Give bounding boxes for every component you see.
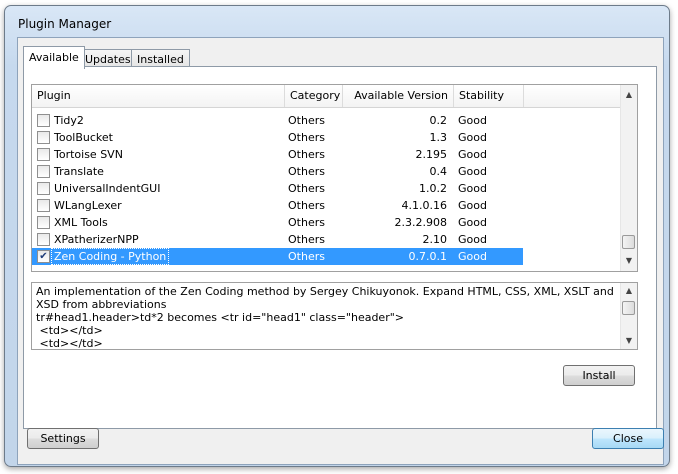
plugin-version: 1.0.2 [419,182,447,195]
plugin-name: WLangLexer [54,199,122,212]
install-button[interactable]: Install [563,365,635,386]
list-row[interactable]: ToolBucket Others 1.3 Good [32,129,523,146]
list-row[interactable]: Translate Others 0.4 Good [32,163,523,180]
plugin-category: Others [288,114,325,127]
description-line: <td></td> [36,324,103,337]
plugin-version: 0.4 [429,165,448,178]
plugin-name: Zen Coding - Python [51,248,170,265]
dialog-client-area: Available Updates Installed Plugin Categ… [17,37,664,465]
checkbox[interactable] [37,199,50,212]
plugin-stability: Good [458,216,487,229]
description-line: An implementation of the Zen Coding meth… [36,285,614,311]
description-scroll-thumb[interactable] [622,301,635,315]
plugin-version: 2.10 [422,233,448,246]
plugin-category: Others [288,165,325,178]
plugin-stability: Good [458,233,487,246]
scroll-up-arrow-icon[interactable]: ▲ [621,283,637,299]
list-row[interactable]: ✔ Zen Coding - Python Others 0.7.0.1 Good [32,248,523,265]
plugin-name: Tortoise SVN [54,148,123,161]
plugin-name: XML Tools [54,216,108,229]
plugin-name: Tidy2 [54,114,84,127]
scroll-down-arrow-icon[interactable]: ▼ [621,333,637,349]
plugin-stability: Good [458,131,487,144]
plugin-name: Translate [54,165,104,178]
plugin-description: An implementation of the Zen Coding meth… [31,282,638,350]
list-row[interactable]: XML Tools Others 2.3.2.908 Good [32,214,523,231]
plugin-category: Others [288,182,325,195]
plugin-version: 2.195 [415,148,448,161]
plugin-category: Others [288,131,325,144]
plugin-name: XPatherizerNPP [54,233,139,246]
checkbox[interactable] [37,131,50,144]
plugin-stability: Good [458,250,487,263]
plugin-stability: Good [458,182,487,195]
plugin-version: 0.7.0.1 [408,250,447,263]
tab-available[interactable]: Available [23,46,85,69]
plugin-name: ToolBucket [54,131,113,144]
scroll-up-arrow-icon[interactable]: ▲ [621,87,637,103]
plugin-stability: Good [458,165,487,178]
description-text: An implementation of the Zen Coding meth… [36,285,618,350]
list-row[interactable]: Tortoise SVN Others 2.195 Good [32,146,523,163]
window-title: Plugin Manager [18,17,112,31]
plugin-manager-window: Plugin Manager Available Updates Install… [4,5,670,467]
checkbox[interactable] [37,114,50,127]
column-header-plugin[interactable]: Plugin [32,85,285,107]
list-row[interactable]: WLangLexer Others 4.1.0.16 Good [32,197,523,214]
plugin-stability: Good [458,199,487,212]
checkbox[interactable] [37,148,50,161]
checkmark-icon[interactable]: ✔ [37,250,50,263]
list-header: Plugin Category Available Version Stabil… [32,85,622,108]
column-header-category[interactable]: Category [285,85,343,107]
list-scrollbar[interactable]: ▲ ▼ [620,85,637,271]
plugin-version: 2.3.2.908 [394,216,447,229]
close-button[interactable]: Close [592,428,664,449]
plugin-category: Others [288,148,325,161]
plugin-stability: Good [458,114,487,127]
checkbox[interactable] [37,233,50,246]
checkbox[interactable] [37,216,50,229]
description-line: tr#head1.header>td*2 becomes <tr id="hea… [36,311,405,324]
settings-button[interactable]: Settings [27,428,99,449]
plugin-name: UniversalIndentGUI [54,182,161,195]
description-scrollbar[interactable]: ▲ ▼ [620,283,637,349]
plugin-category: Others [288,216,325,229]
checkbox[interactable] [37,165,50,178]
list-scroll-thumb[interactable] [622,235,635,249]
plugin-category: Others [288,199,325,212]
plugin-category: Others [288,233,325,246]
plugin-stability: Good [458,148,487,161]
column-header-version[interactable]: Available Version [343,85,454,107]
description-line: <td></td> [36,337,103,350]
scroll-down-arrow-icon[interactable]: ▼ [621,253,637,269]
list-row[interactable]: UniversalIndentGUI Others 1.0.2 Good [32,180,523,197]
plugin-version: 4.1.0.16 [401,199,447,212]
list-row[interactable]: XPatherizerNPP Others 2.10 Good [32,231,523,248]
plugin-category: Others [288,250,325,263]
plugin-version: 1.3 [429,131,448,144]
column-header-stability[interactable]: Stability [454,85,524,107]
list-row[interactable]: Tidy2 Others 0.2 Good [32,112,523,129]
checkbox[interactable] [37,182,50,195]
plugin-list[interactable]: Plugin Category Available Version Stabil… [31,84,638,272]
plugin-version: 0.2 [429,114,448,127]
